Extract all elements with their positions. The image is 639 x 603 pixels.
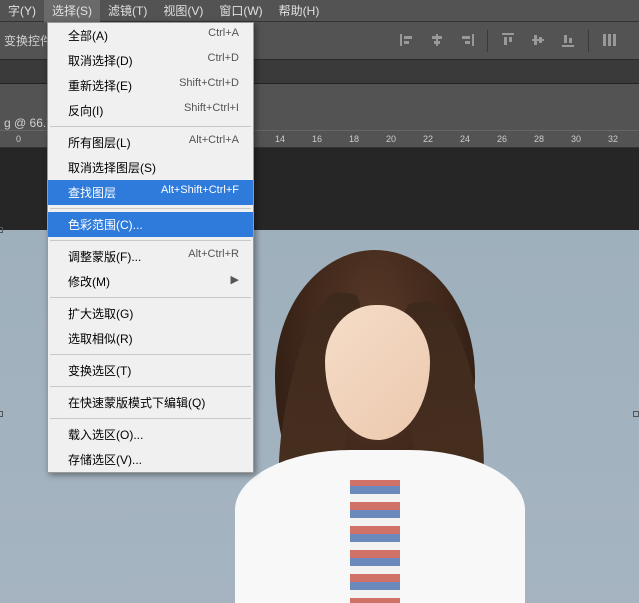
menu-help[interactable]: 帮助(H) <box>271 0 328 22</box>
ruler-tick-label: 18 <box>349 134 359 144</box>
menu-separator <box>50 240 251 241</box>
ruler-tick-label: 20 <box>386 134 396 144</box>
separator <box>588 30 589 52</box>
align-bottom-icon[interactable] <box>558 30 578 50</box>
menu-item[interactable]: 调整蒙版(F)... Alt+Ctrl+R <box>48 244 253 269</box>
ruler-tick-label: 32 <box>608 134 618 144</box>
ruler-tick-label: 30 <box>571 134 581 144</box>
menu-item[interactable]: 色彩范围(C)... <box>48 212 253 237</box>
menu-shortcut: Shift+Ctrl+D <box>179 77 239 94</box>
transform-handle[interactable] <box>0 411 3 417</box>
menu-item[interactable]: 变换选区(T) <box>48 358 253 383</box>
align-left-icon[interactable] <box>397 30 417 50</box>
menu-item[interactable]: 取消选择(D) Ctrl+D <box>48 48 253 73</box>
transform-handle[interactable] <box>0 227 3 233</box>
menubar: 字(Y) 选择(S) 滤镜(T) 视图(V) 窗口(W) 帮助(H) <box>0 0 639 22</box>
ruler-tick-label: 14 <box>275 134 285 144</box>
menu-item[interactable]: 所有图层(L) Alt+Ctrl+A <box>48 130 253 155</box>
menu-item-label: 载入选区(O)... <box>68 426 143 443</box>
distribute-icon[interactable] <box>599 30 619 50</box>
ruler-tick-label: 24 <box>460 134 470 144</box>
menu-type[interactable]: 字(Y) <box>0 0 44 22</box>
menu-item-label: 色彩范围(C)... <box>68 216 143 233</box>
align-right-icon[interactable] <box>457 30 477 50</box>
menu-separator <box>50 418 251 419</box>
align-center-v-icon[interactable] <box>528 30 548 50</box>
ruler-tick-label: 0 <box>16 134 21 144</box>
menu-window[interactable]: 窗口(W) <box>211 0 270 22</box>
menu-separator <box>50 354 251 355</box>
menu-item[interactable]: 在快速蒙版模式下编辑(Q) <box>48 390 253 415</box>
ruler-tick-label: 26 <box>497 134 507 144</box>
menu-item[interactable]: 反向(I) Shift+Ctrl+I <box>48 98 253 123</box>
menu-item-label: 变换选区(T) <box>68 362 131 379</box>
menu-filter[interactable]: 滤镜(T) <box>100 0 155 22</box>
menu-item[interactable]: 修改(M) ▶ <box>48 269 253 294</box>
menu-item[interactable]: 扩大选取(G) <box>48 301 253 326</box>
menu-item-label: 反向(I) <box>68 102 103 119</box>
menu-separator <box>50 386 251 387</box>
menu-item-label: 所有图层(L) <box>68 134 131 151</box>
align-top-icon[interactable] <box>498 30 518 50</box>
menu-separator <box>50 297 251 298</box>
menu-item[interactable]: 查找图层 Alt+Shift+Ctrl+F <box>48 180 253 205</box>
ruler-tick-label: 28 <box>534 134 544 144</box>
align-center-h-icon[interactable] <box>427 30 447 50</box>
menu-item-label: 全部(A) <box>68 27 108 44</box>
menu-item-label: 扩大选取(G) <box>68 305 133 322</box>
transform-handle[interactable] <box>633 411 639 417</box>
menu-item[interactable]: 重新选择(E) Shift+Ctrl+D <box>48 73 253 98</box>
menu-item[interactable]: 取消选择图层(S) <box>48 155 253 180</box>
submenu-arrow-icon: ▶ <box>231 273 239 290</box>
menu-separator <box>50 208 251 209</box>
menu-shortcut: Ctrl+D <box>208 52 239 69</box>
menu-item-label: 在快速蒙版模式下编辑(Q) <box>68 394 205 411</box>
transform-controls-label: 变换控件 <box>4 32 52 49</box>
menu-shortcut: Ctrl+A <box>208 27 239 44</box>
ruler-tick-label: 22 <box>423 134 433 144</box>
ruler-tick-label: 16 <box>312 134 322 144</box>
menu-item[interactable]: 全部(A) Ctrl+A <box>48 23 253 48</box>
menu-item-label: 查找图层 <box>68 184 116 201</box>
menu-item-label: 取消选择(D) <box>68 52 133 69</box>
menu-item[interactable]: 载入选区(O)... <box>48 422 253 447</box>
menu-item-label: 调整蒙版(F)... <box>68 248 141 265</box>
document-zoom-label: g @ 66.7 <box>4 116 53 130</box>
menu-item-label: 存储选区(V)... <box>68 451 142 468</box>
menu-shortcut: Shift+Ctrl+I <box>184 102 239 119</box>
menu-item[interactable]: 选取相似(R) <box>48 326 253 351</box>
menu-select[interactable]: 选择(S) <box>44 0 100 22</box>
menu-item-label: 重新选择(E) <box>68 77 132 94</box>
menu-item-label: 选取相似(R) <box>68 330 133 347</box>
menu-item-label: 取消选择图层(S) <box>68 159 156 176</box>
separator <box>487 30 488 52</box>
menu-shortcut: Alt+Shift+Ctrl+F <box>161 184 239 201</box>
menu-view[interactable]: 视图(V) <box>155 0 211 22</box>
menu-item-label: 修改(M) <box>68 273 110 290</box>
select-menu-dropdown: 全部(A) Ctrl+A 取消选择(D) Ctrl+D 重新选择(E) Shift+Ctr… <box>47 22 254 473</box>
menu-separator <box>50 126 251 127</box>
menu-item[interactable]: 存储选区(V)... <box>48 447 253 472</box>
menu-shortcut: Alt+Ctrl+R <box>188 248 239 265</box>
menu-shortcut: Alt+Ctrl+A <box>189 134 239 151</box>
